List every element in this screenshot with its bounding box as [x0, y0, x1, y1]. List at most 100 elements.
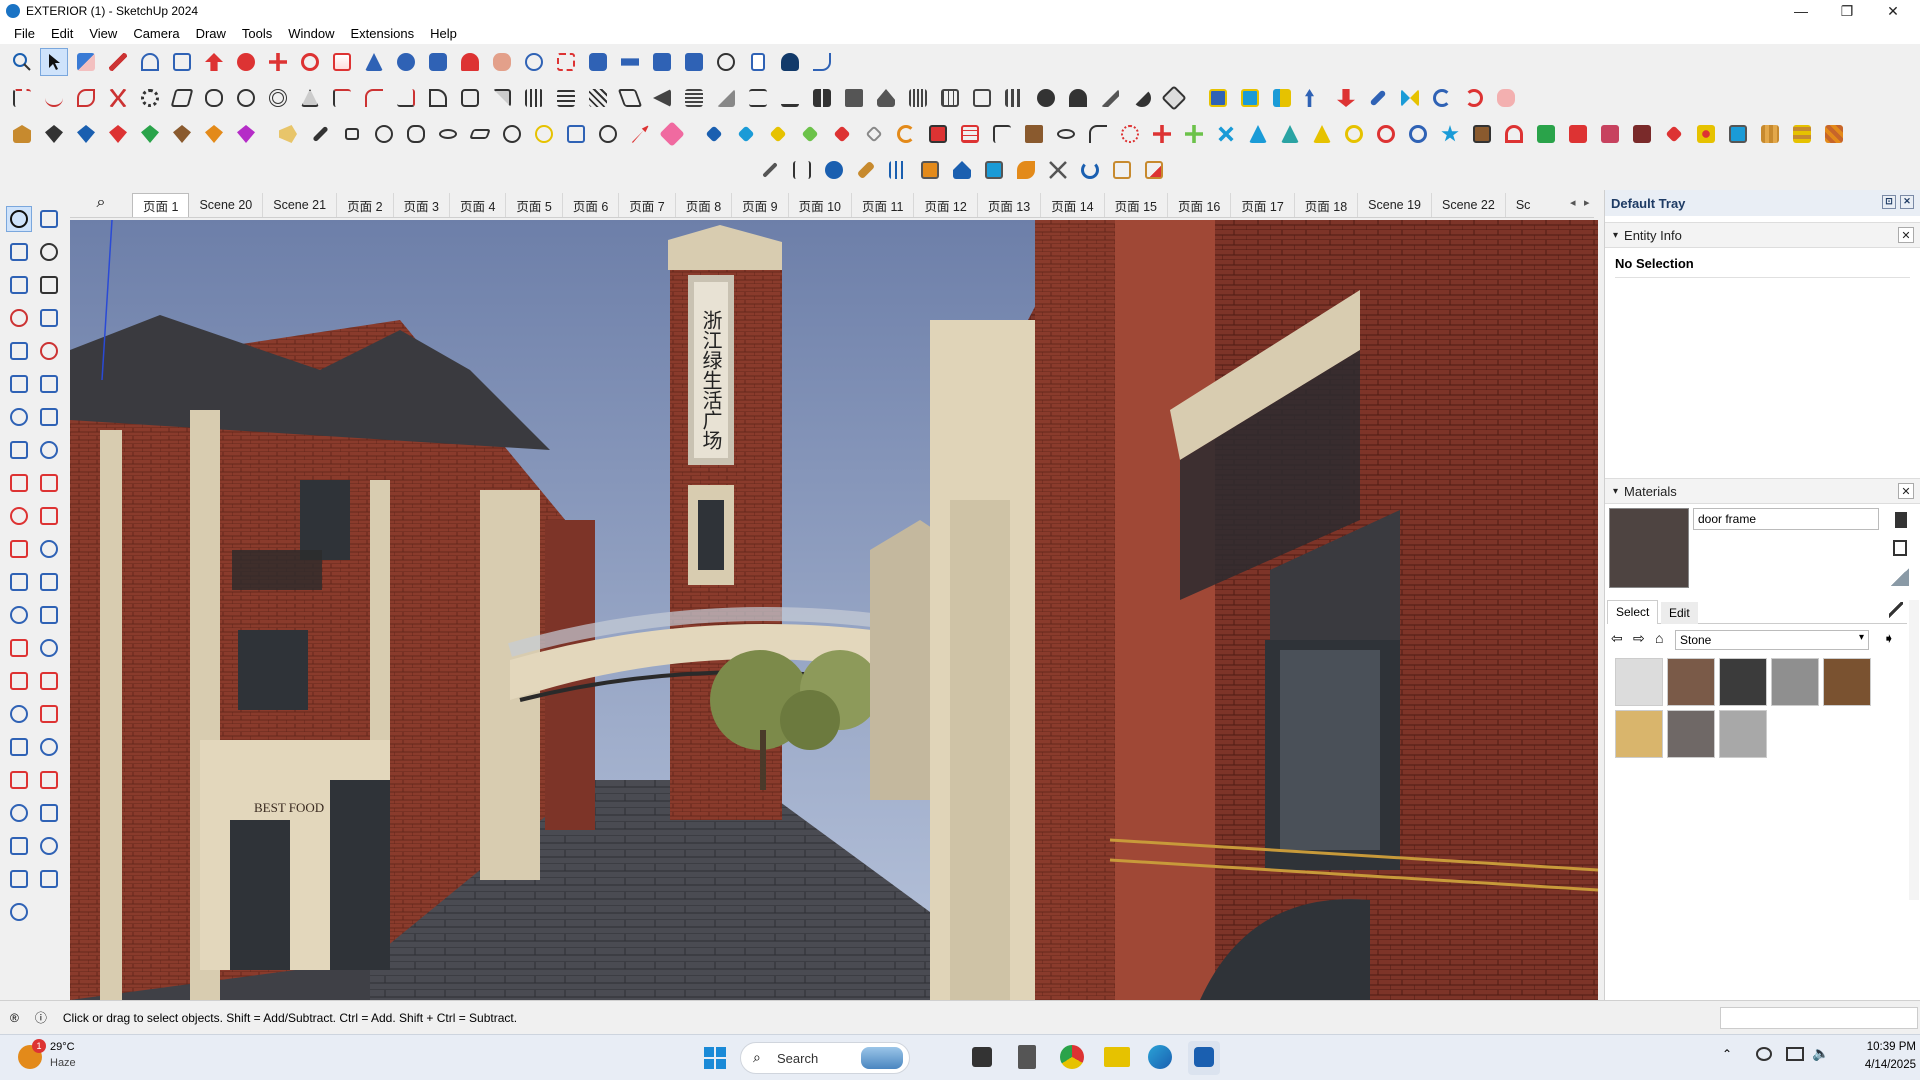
material-swatch[interactable]	[1719, 658, 1767, 706]
wall-button[interactable]	[840, 84, 868, 112]
entity-info-header[interactable]: ▾ Entity Info ✕	[1605, 222, 1920, 248]
cube-3d-button[interactable]	[1160, 84, 1188, 112]
zoom-window-tool-button[interactable]	[36, 734, 62, 760]
tab-edit[interactable]: Edit	[1661, 602, 1698, 624]
scene-tab[interactable]: 页面 17	[1231, 193, 1295, 217]
sphere-button[interactable]	[232, 84, 260, 112]
scene-search-button[interactable]: ⌕	[70, 189, 132, 217]
fillet-button[interactable]	[360, 84, 388, 112]
default-material-icon[interactable]	[1891, 568, 1909, 586]
section-plane-tool-button[interactable]	[6, 668, 32, 694]
split-button[interactable]	[808, 84, 836, 112]
swirl-button[interactable]	[1076, 156, 1104, 184]
position-camera-tool-button[interactable]	[6, 800, 32, 826]
material-library-select[interactable]: Stone ▾	[1675, 630, 1869, 650]
lasso-yellow-button[interactable]	[1340, 120, 1368, 148]
menu-draw[interactable]: Draw	[188, 26, 234, 41]
hand-select-button[interactable]	[1492, 84, 1520, 112]
pan-tool-button[interactable]	[36, 701, 62, 727]
push-pull-tool-button[interactable]	[200, 48, 228, 76]
protractor-tool-button[interactable]	[36, 569, 62, 595]
move-tool-button[interactable]	[264, 48, 292, 76]
photo-button[interactable]	[980, 156, 1008, 184]
scene-tab[interactable]: Scene 22	[1432, 193, 1506, 217]
scene-tab[interactable]: 页面 16	[1168, 193, 1232, 217]
blue-tag-button[interactable]	[700, 120, 728, 148]
column-button[interactable]	[1000, 84, 1028, 112]
sphere-array-button[interactable]	[1692, 120, 1720, 148]
sweep-button[interactable]	[820, 156, 848, 184]
clock-date[interactable]: 4/14/2025	[1842, 1059, 1916, 1071]
material-swatch[interactable]	[1771, 658, 1819, 706]
green-plus-button[interactable]	[1180, 120, 1208, 148]
offset-tool-button[interactable]	[360, 48, 388, 76]
lofting-button[interactable]	[648, 84, 676, 112]
cluster-red-button[interactable]	[1564, 120, 1592, 148]
mesh-button[interactable]	[584, 84, 612, 112]
yellow-face-button[interactable]	[764, 120, 792, 148]
follow-me-tool-button[interactable]	[36, 503, 62, 529]
select-tool-button[interactable]	[40, 48, 68, 76]
details-icon[interactable]: ➧	[1883, 630, 1895, 647]
extension-warehouse-button[interactable]	[616, 48, 644, 76]
zoom-tool-button[interactable]	[6, 734, 32, 760]
gem-button[interactable]	[1660, 120, 1688, 148]
circle-tool-button[interactable]	[6, 371, 32, 397]
tiles-orange-button[interactable]	[1820, 120, 1848, 148]
scene-tab[interactable]: 页面 4	[450, 193, 507, 217]
axes-tool-button[interactable]	[6, 635, 32, 661]
extrude-blue-button[interactable]	[72, 120, 100, 148]
shell-button[interactable]	[456, 84, 484, 112]
scene-tab[interactable]: 页面 14	[1041, 193, 1105, 217]
layers-grid-tool-button[interactable]	[6, 899, 32, 925]
dome-button[interactable]	[1064, 84, 1092, 112]
select-rect-button[interactable]	[338, 120, 366, 148]
red-plus-button[interactable]	[1148, 120, 1176, 148]
entity-info-close-icon[interactable]: ✕	[1898, 227, 1914, 243]
axes-button[interactable]	[1268, 84, 1296, 112]
cluster-dark-button[interactable]	[1628, 120, 1656, 148]
menu-edit[interactable]: Edit	[43, 26, 81, 41]
eraser-tool-button[interactable]	[72, 48, 100, 76]
blue-face-button[interactable]	[732, 120, 760, 148]
offset-tool-button[interactable]	[36, 536, 62, 562]
scene-tab[interactable]: Scene 20	[189, 193, 264, 217]
zoom-extents-tool-button[interactable]	[6, 767, 32, 793]
arc-tool-button[interactable]	[6, 404, 32, 430]
truss-button[interactable]	[884, 156, 912, 184]
scene-tab[interactable]: 页面 7	[619, 193, 676, 217]
measure-button[interactable]	[1364, 84, 1392, 112]
material-preview-swatch[interactable]	[1609, 508, 1689, 588]
walk-tool-button[interactable]	[36, 800, 62, 826]
scene-scroll-left-icon[interactable]: ◂	[1570, 196, 1582, 216]
material-swatch[interactable]	[1667, 658, 1715, 706]
zoom-extents-button[interactable]	[552, 48, 580, 76]
erase-pink-button[interactable]	[658, 120, 686, 148]
eyedropper-icon[interactable]	[1889, 602, 1903, 618]
push-pull-tool-button[interactable]	[36, 470, 62, 496]
extrude-button[interactable]	[424, 84, 452, 112]
cluster-green-button[interactable]	[1532, 120, 1560, 148]
cross-tool-button[interactable]	[1044, 156, 1072, 184]
tray-pin-icon[interactable]: ⊡	[1882, 195, 1896, 209]
orbit-tool-button[interactable]	[6, 701, 32, 727]
volume-icon[interactable]: 🔈	[1812, 1045, 1829, 1062]
window-tool-button[interactable]	[936, 84, 964, 112]
close-button[interactable]: ✕	[1870, 0, 1916, 22]
info-icon[interactable]: ⓘ	[35, 1009, 47, 1026]
user-button[interactable]	[776, 48, 804, 76]
pencil-tool-button[interactable]	[104, 48, 132, 76]
export-a-button[interactable]	[1108, 156, 1136, 184]
chevron-up-icon[interactable]: ⌃	[1722, 1047, 1732, 1061]
magnet-button[interactable]	[1500, 120, 1528, 148]
cone-button[interactable]	[296, 84, 324, 112]
material-name-field[interactable]	[1693, 508, 1879, 530]
box-button[interactable]	[8, 120, 36, 148]
sandbox-tool-button[interactable]	[36, 833, 62, 859]
materials-close-icon[interactable]: ✕	[1898, 483, 1914, 499]
orbit-tool-button[interactable]	[456, 48, 484, 76]
rotated-rectangle-tool-button[interactable]	[36, 338, 62, 364]
windows-start-icon[interactable]	[704, 1047, 726, 1069]
eraser-tool-button[interactable]	[36, 239, 62, 265]
shade-button[interactable]	[1096, 84, 1124, 112]
